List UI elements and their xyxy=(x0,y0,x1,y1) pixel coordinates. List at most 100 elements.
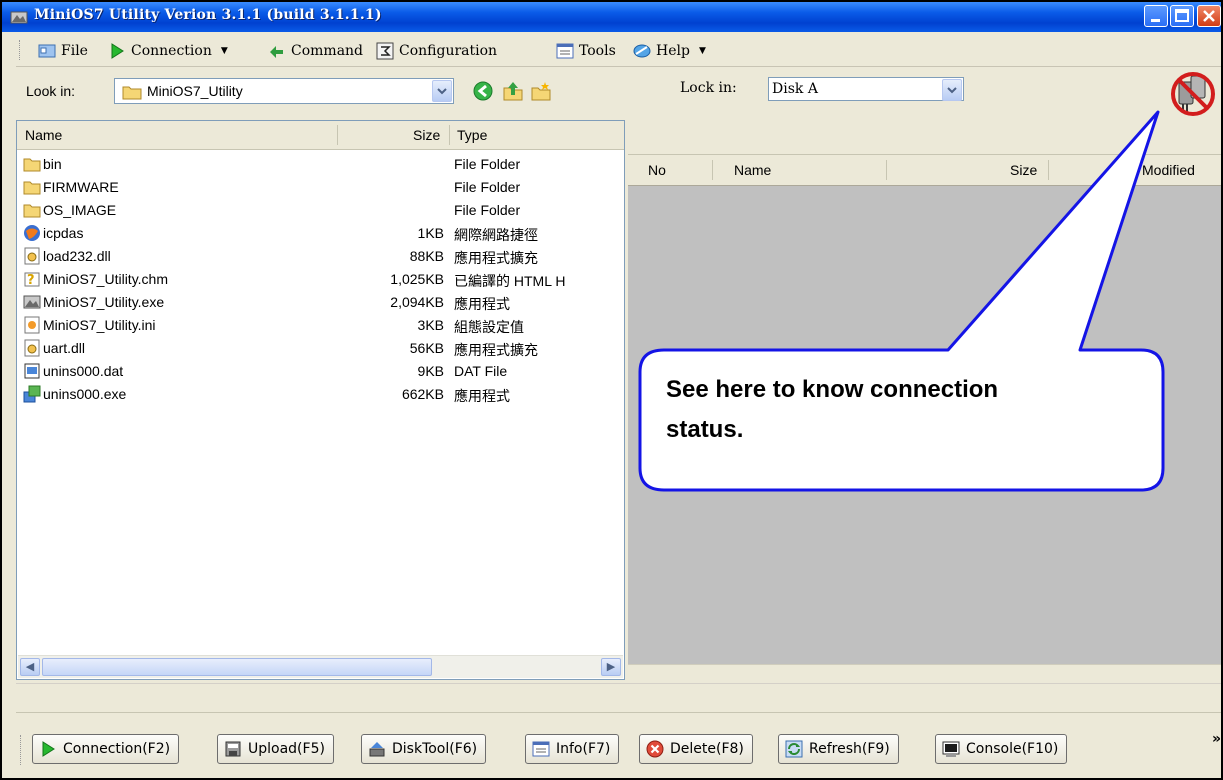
file-row[interactable]: bin File Folder xyxy=(17,153,624,176)
folder-icon xyxy=(23,204,41,218)
file-type: File Folder xyxy=(454,202,521,218)
local-file-list-header: Name Size Type xyxy=(17,121,624,150)
help-file-icon: ? xyxy=(24,272,40,288)
play-icon xyxy=(111,43,124,59)
file-row[interactable]: unins000.exe 662KB 應用程式 xyxy=(17,383,624,406)
column-name[interactable]: Name xyxy=(25,127,62,143)
remote-lookin-select[interactable]: Disk A xyxy=(768,77,964,101)
upload-button[interactable]: Upload(F5) xyxy=(217,734,334,764)
local-lookin-dropdown[interactable] xyxy=(432,80,452,102)
column-size[interactable]: Size xyxy=(1010,162,1037,178)
menu-help[interactable]: Help ▼ xyxy=(633,42,706,60)
file-name: icpdas xyxy=(43,225,84,241)
info-icon xyxy=(532,741,550,757)
close-button[interactable] xyxy=(1197,5,1221,27)
menu-command[interactable]: Command xyxy=(268,42,363,60)
file-row[interactable]: MiniOS7_Utility.exe 2,094KB 應用程式 xyxy=(17,291,624,314)
minimize-icon xyxy=(1151,19,1160,22)
file-size: 1KB xyxy=(417,225,444,241)
toolbar-grip[interactable] xyxy=(20,735,24,765)
file-row[interactable]: uart.dll 56KB 應用程式擴充 xyxy=(17,337,624,360)
menu-connection-label: Connection xyxy=(131,43,212,59)
file-row[interactable]: load232.dll 88KB 應用程式擴充 xyxy=(17,245,624,268)
delete-icon xyxy=(646,740,664,758)
menu-help-label: Help xyxy=(656,43,690,59)
horizontal-scrollbar[interactable]: ◀ ▶ xyxy=(18,655,623,678)
remote-lookin-label: Lock in: xyxy=(680,80,737,96)
local-lookin-value: MiniOS7_Utility xyxy=(147,83,243,99)
callout-line-2: status. xyxy=(666,415,744,443)
local-lookin-select[interactable]: MiniOS7_Utility xyxy=(114,78,454,104)
app-logo-icon xyxy=(10,11,28,24)
command-icon xyxy=(270,46,283,58)
chevron-down-icon: ▼ xyxy=(698,46,706,56)
menu-configuration-label: Configuration xyxy=(399,43,498,59)
configuration-icon xyxy=(376,42,394,60)
connection-button[interactable]: Connection(F2) xyxy=(32,734,180,764)
file-row[interactable]: FIRMWARE File Folder xyxy=(17,176,624,199)
column-name[interactable]: Name xyxy=(734,162,771,178)
file-row[interactable]: ? MiniOS7_Utility.chm 1,025KB 已編譯的 HTML H xyxy=(17,268,624,291)
column-size[interactable]: Size xyxy=(413,127,440,143)
new-folder-icon[interactable] xyxy=(530,80,552,102)
scroll-left-icon[interactable]: ◀ xyxy=(20,658,40,676)
file-row[interactable]: icpdas 1KB 網際網路捷徑 xyxy=(17,222,624,245)
folder-icon xyxy=(122,86,142,100)
menu-configuration[interactable]: Configuration xyxy=(376,42,497,60)
file-row[interactable]: unins000.dat 9KB DAT File xyxy=(17,360,624,383)
menu-grip[interactable] xyxy=(19,40,23,60)
local-lookin-row: Look in: MiniOS7_Utility xyxy=(16,68,625,116)
scroll-right-icon[interactable]: ▶ xyxy=(601,658,621,676)
minimize-button[interactable] xyxy=(1144,5,1168,27)
callout-line-1: See here to know connection xyxy=(666,376,999,403)
delete-button[interactable]: Delete(F8) xyxy=(639,734,753,764)
close-icon xyxy=(1203,10,1215,22)
file-size: 56KB xyxy=(409,340,444,356)
file-type: 應用程式擴充 xyxy=(454,250,538,266)
file-name: uart.dll xyxy=(43,340,86,356)
remote-lookin-dropdown[interactable] xyxy=(942,79,962,101)
disktool-button[interactable]: DiskTool(F6) xyxy=(361,734,487,764)
file-type: File Folder xyxy=(454,156,521,172)
file-type: File Folder xyxy=(454,179,521,195)
scroll-thumb[interactable] xyxy=(42,658,432,676)
file-icon xyxy=(38,44,56,58)
maximize-icon xyxy=(1175,9,1189,22)
file-row[interactable]: OS_IMAGE File Folder xyxy=(17,199,624,222)
column-type[interactable]: Type xyxy=(457,127,487,143)
menu-tools-label: Tools xyxy=(579,43,616,59)
menu-file[interactable]: File xyxy=(38,42,88,60)
up-folder-icon[interactable] xyxy=(502,80,524,102)
info-button[interactable]: Info(F7) xyxy=(525,734,620,764)
help-icon xyxy=(633,44,651,58)
menu-connection[interactable]: Connection ▼ xyxy=(108,42,228,60)
dll-icon xyxy=(24,339,40,357)
column-modified[interactable]: Modified xyxy=(1142,162,1195,178)
file-type: 已編譯的 HTML H xyxy=(454,273,566,289)
app-icon xyxy=(23,295,41,309)
menu-file-label: File xyxy=(61,43,88,59)
file-type: DAT File xyxy=(454,363,508,379)
column-no[interactable]: No xyxy=(648,162,666,178)
refresh-button[interactable]: Refresh(F9) xyxy=(778,734,899,764)
local-lookin-label: Look in: xyxy=(26,83,76,99)
menu-tools[interactable]: Tools xyxy=(556,42,616,60)
disconnected-icon[interactable] xyxy=(1165,70,1221,120)
svg-text:?: ? xyxy=(27,273,35,288)
file-name: MiniOS7_Utility.chm xyxy=(43,271,168,287)
window-title: MiniOS7 Utility Verion 3.1.1 (build 3.1.… xyxy=(34,7,382,23)
local-file-list: Name Size Type bin File Folder FIRMWARE Fil… xyxy=(16,120,625,680)
file-size: 1,025KB xyxy=(390,271,444,287)
disktool-button-label: DiskTool(F6) xyxy=(392,741,478,757)
title-bar[interactable]: MiniOS7 Utility Verion 3.1.1 (build 3.1.… xyxy=(2,2,1221,32)
local-file-panel: Look in: MiniOS7_Utility Name Size Type … xyxy=(16,68,625,680)
menu-bar: File Connection ▼ Command Configuration … xyxy=(16,34,1221,67)
console-button[interactable]: Console(F10) xyxy=(935,734,1068,764)
maximize-button[interactable] xyxy=(1170,5,1194,27)
file-row[interactable]: MiniOS7_Utility.ini 3KB 組態設定值 xyxy=(17,314,624,337)
console-icon xyxy=(942,741,960,757)
callout-text: See here to know connection status. xyxy=(666,370,1126,449)
delete-button-label: Delete(F8) xyxy=(670,741,744,757)
back-icon[interactable] xyxy=(472,80,494,102)
toolbar-overflow-button[interactable]: » xyxy=(1212,731,1221,747)
